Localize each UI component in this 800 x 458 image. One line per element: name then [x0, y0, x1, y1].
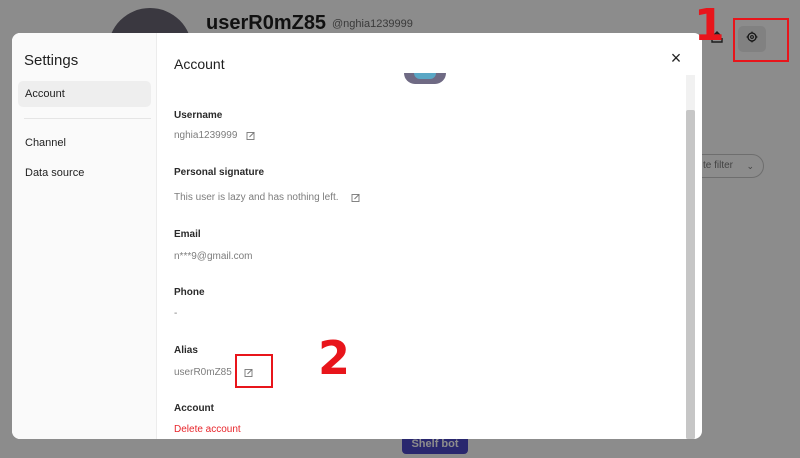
- scrollbar[interactable]: [686, 75, 695, 439]
- annotation-step-2: 2: [318, 331, 351, 385]
- sidebar-item-account[interactable]: Account: [18, 81, 151, 107]
- alias-label: Alias: [174, 345, 198, 356]
- username-label: Username: [174, 110, 223, 121]
- edit-signature-icon[interactable]: [351, 193, 361, 203]
- username-value: nghia1239999: [174, 130, 238, 141]
- page-title: Account: [174, 56, 225, 72]
- account-avatar: [404, 73, 446, 84]
- alias-value: userR0mZ85: [174, 367, 232, 378]
- edit-username-icon[interactable]: [246, 131, 256, 141]
- username-row: nghia1239999: [174, 130, 256, 141]
- close-button[interactable]: ×: [666, 48, 686, 68]
- signature-row: This user is lazy and has nothing left.: [174, 192, 361, 203]
- settings-title: Settings: [24, 52, 79, 69]
- sidebar-item-channel[interactable]: Channel: [18, 130, 151, 156]
- signature-label: Personal signature: [174, 167, 265, 178]
- delete-account-link[interactable]: Delete account: [174, 424, 241, 435]
- email-value: n***9@gmail.com: [174, 251, 253, 262]
- settings-modal: Settings Account Channel Data source Acc…: [12, 33, 702, 439]
- phone-label: Phone: [174, 287, 205, 298]
- annotation-highlight-alias-edit: [235, 354, 273, 388]
- email-label: Email: [174, 229, 201, 240]
- annotation-highlight-settings: [733, 18, 789, 62]
- account-section-label: Account: [174, 403, 214, 414]
- sidebar-item-data-source[interactable]: Data source: [18, 160, 151, 186]
- settings-sidebar: Settings Account Channel Data source: [12, 33, 157, 439]
- phone-value: -: [174, 308, 178, 319]
- signature-value: This user is lazy and has nothing left.: [174, 192, 339, 203]
- scrollbar-thumb[interactable]: [686, 110, 695, 439]
- annotation-step-1: 1: [694, 0, 725, 51]
- sidebar-divider: [24, 118, 151, 119]
- close-icon: ×: [670, 48, 682, 68]
